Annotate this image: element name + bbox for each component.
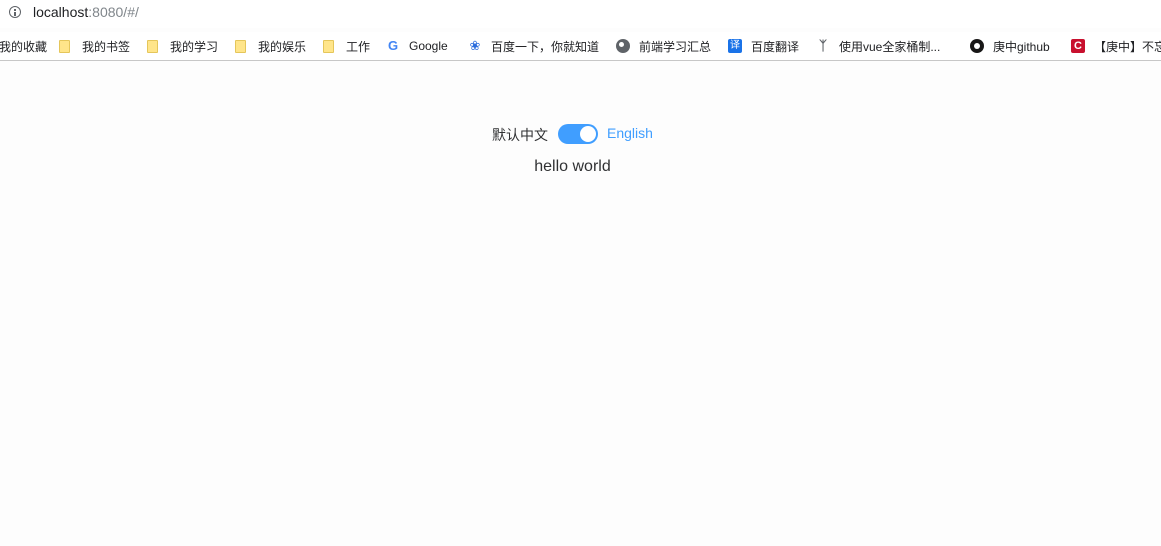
bookmark-my-study[interactable]: 我的学习	[147, 37, 218, 55]
lang-english-label[interactable]: English	[607, 125, 653, 141]
bookmark-label: Google	[409, 39, 448, 53]
bookmark-work[interactable]: 工作	[323, 37, 370, 55]
globe-icon	[616, 39, 630, 53]
language-toggle-switch[interactable]	[558, 124, 598, 144]
language-switcher: 默认中文 English	[0, 123, 1161, 145]
bookmark-label: 我的书签	[82, 39, 131, 54]
info-icon[interactable]	[9, 6, 21, 18]
bookmark-baidu-translate[interactable]: 译 百度翻译	[728, 37, 799, 55]
baidu-translate-icon: 译	[728, 39, 742, 53]
url-path: :8080/#/	[88, 4, 139, 20]
github-icon	[970, 39, 984, 53]
bookmarks-bar: 我的收藏 我的书签 我的学习 我的娱乐 工作 G Google ❀ 百度一下，你…	[0, 32, 1161, 61]
greeting-text: hello world	[534, 158, 611, 175]
bookmark-baidu[interactable]: ❀ 百度一下，你就知道	[468, 37, 599, 55]
bookmark-frontend-summary[interactable]: 前端学习汇总	[616, 37, 711, 55]
bookmark-my-bookmarks[interactable]: 我的书签	[59, 37, 130, 55]
google-icon: G	[387, 38, 399, 53]
bookmark-label: 我的娱乐	[258, 39, 307, 54]
bookmark-label: 庚中github	[993, 39, 1050, 54]
address-bar[interactable]: localhost:8080/#/	[0, 0, 1161, 28]
url-text[interactable]: localhost:8080/#/	[33, 4, 139, 20]
bookmark-label: 前端学习汇总	[639, 39, 712, 54]
folder-icon	[59, 39, 70, 53]
bookmark-google[interactable]: G Google	[386, 37, 448, 55]
csdn-icon: C	[1071, 39, 1085, 53]
bookmark-vue-tutorial[interactable]: ᛉ 使用vue全家桶制...	[816, 37, 940, 55]
bookmark-my-entertainment[interactable]: 我的娱乐	[235, 37, 306, 55]
bookmark-github[interactable]: 庚中github	[970, 37, 1050, 55]
bookmark-label: 工作	[346, 39, 371, 54]
bookmark-label: 我的学习	[170, 39, 219, 54]
bookmark-label: 我的收藏	[0, 39, 48, 54]
baidu-paw-icon: ❀	[469, 38, 481, 53]
lang-chinese-label[interactable]: 默认中文	[492, 125, 548, 145]
bookmark-csdn[interactable]: C 【庚中】不忘初心	[1071, 37, 1161, 55]
bookmark-label: 使用vue全家桶制...	[839, 39, 941, 54]
bookmark-label: 百度一下，你就知道	[491, 39, 600, 54]
folder-icon	[323, 39, 334, 53]
vue-site-icon: ᛉ	[819, 38, 827, 53]
folder-icon	[235, 39, 246, 53]
switch-knob	[580, 126, 596, 142]
folder-icon	[147, 39, 158, 53]
bookmark-label: 【庚中】不忘初心	[1094, 39, 1161, 54]
bookmark-label: 百度翻译	[751, 39, 800, 54]
url-host: localhost	[33, 4, 89, 20]
bookmark-my-favorites[interactable]: 我的收藏	[0, 37, 47, 55]
